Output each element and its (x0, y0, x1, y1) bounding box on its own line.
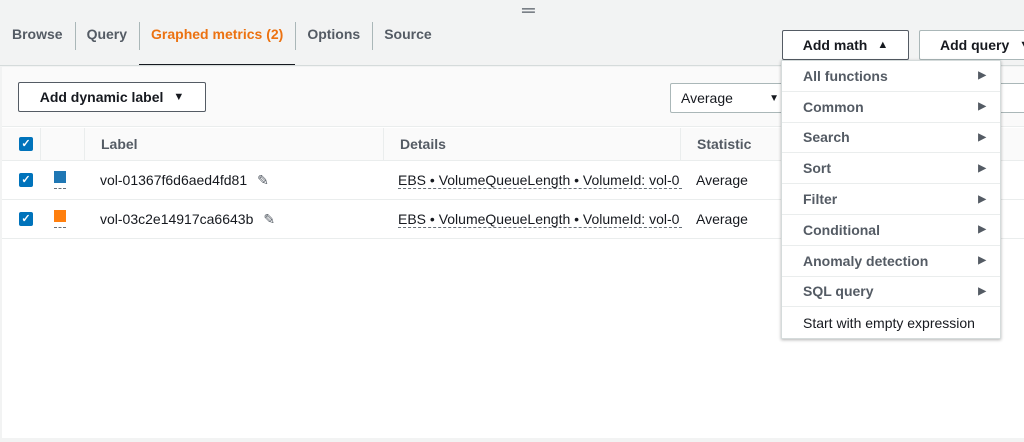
add-query-label: Add query (940, 37, 1010, 53)
tab-graphed-metrics[interactable]: Graphed metrics (2) (139, 20, 296, 66)
row-checkbox[interactable]: ✓ (19, 161, 33, 199)
caret-up-icon: ▲ (877, 39, 889, 51)
menu-item-all-functions[interactable]: All functions ▶ (782, 61, 1000, 92)
chevron-right-icon: ▶ (978, 255, 986, 267)
tab-bar: Browse Query Graphed metrics (2) Options… (0, 20, 444, 66)
statistic-select[interactable]: Average ▼ (670, 83, 790, 113)
add-dynamic-label-text: Add dynamic label (39, 89, 164, 105)
tab-browse[interactable]: Browse (0, 20, 75, 66)
tab-options[interactable]: Options (295, 20, 372, 66)
add-query-button[interactable]: Add query ▼ (919, 30, 1024, 60)
menu-item-sql-query[interactable]: SQL query ▶ (782, 277, 1000, 308)
metric-details[interactable]: EBS • VolumeQueueLength • VolumeId: vol-… (398, 211, 682, 228)
color-swatch[interactable] (54, 194, 66, 238)
menu-item-common[interactable]: Common ▶ (782, 92, 1000, 123)
color-swatch[interactable] (54, 155, 66, 199)
tab-source[interactable]: Source (372, 20, 443, 66)
select-all-checkbox[interactable]: ✓ (19, 128, 33, 160)
chevron-right-icon: ▶ (978, 193, 986, 205)
metric-details[interactable]: EBS • VolumeQueueLength • VolumeId: vol-… (398, 172, 682, 189)
add-math-button[interactable]: Add math ▲ (782, 30, 909, 60)
row-checkbox[interactable]: ✓ (19, 200, 33, 238)
edit-icon[interactable]: ✎ (263, 211, 275, 228)
chevron-right-icon: ▶ (978, 224, 986, 236)
add-math-label: Add math (802, 37, 868, 53)
menu-item-empty-expression[interactable]: Start with empty expression (782, 307, 1000, 338)
metric-statistic[interactable]: Average (696, 200, 748, 238)
caret-down-icon: ▼ (173, 91, 185, 103)
divider (40, 128, 41, 160)
menu-item-sort[interactable]: Sort ▶ (782, 153, 1000, 185)
chevron-right-icon: ▶ (978, 131, 986, 143)
menu-item-filter[interactable]: Filter ▶ (782, 184, 1000, 215)
metric-label: vol-03c2e14917ca6643b (100, 211, 254, 227)
chevron-right-icon: ▶ (978, 285, 986, 297)
drag-handle[interactable]: ═ (522, 0, 535, 21)
metric-label: vol-01367f6d6aed4fd81 (100, 172, 248, 188)
menu-item-search[interactable]: Search ▶ (782, 123, 1000, 154)
edit-icon[interactable]: ✎ (257, 172, 269, 189)
tab-query[interactable]: Query (74, 20, 139, 66)
chevron-right-icon: ▶ (978, 101, 986, 113)
caret-down-icon: ▼ (769, 92, 779, 104)
add-dynamic-label-button[interactable]: Add dynamic label ▼ (18, 82, 206, 112)
menu-item-conditional[interactable]: Conditional ▶ (782, 215, 1000, 246)
metric-statistic[interactable]: Average (696, 161, 748, 199)
statistic-select-value: Average (681, 90, 733, 106)
col-details[interactable]: Details (383, 128, 446, 160)
chevron-right-icon: ▶ (978, 70, 986, 82)
col-statistic[interactable]: Statistic (680, 128, 751, 160)
caret-down-icon: ▼ (1019, 39, 1024, 51)
chevron-right-icon: ▶ (978, 162, 986, 174)
add-math-menu: All functions ▶ Common ▶ Search ▶ Sort ▶ Fil… (781, 60, 1001, 340)
menu-item-anomaly-detection[interactable]: Anomaly detection ▶ (782, 246, 1000, 277)
col-label[interactable]: Label (84, 128, 138, 160)
